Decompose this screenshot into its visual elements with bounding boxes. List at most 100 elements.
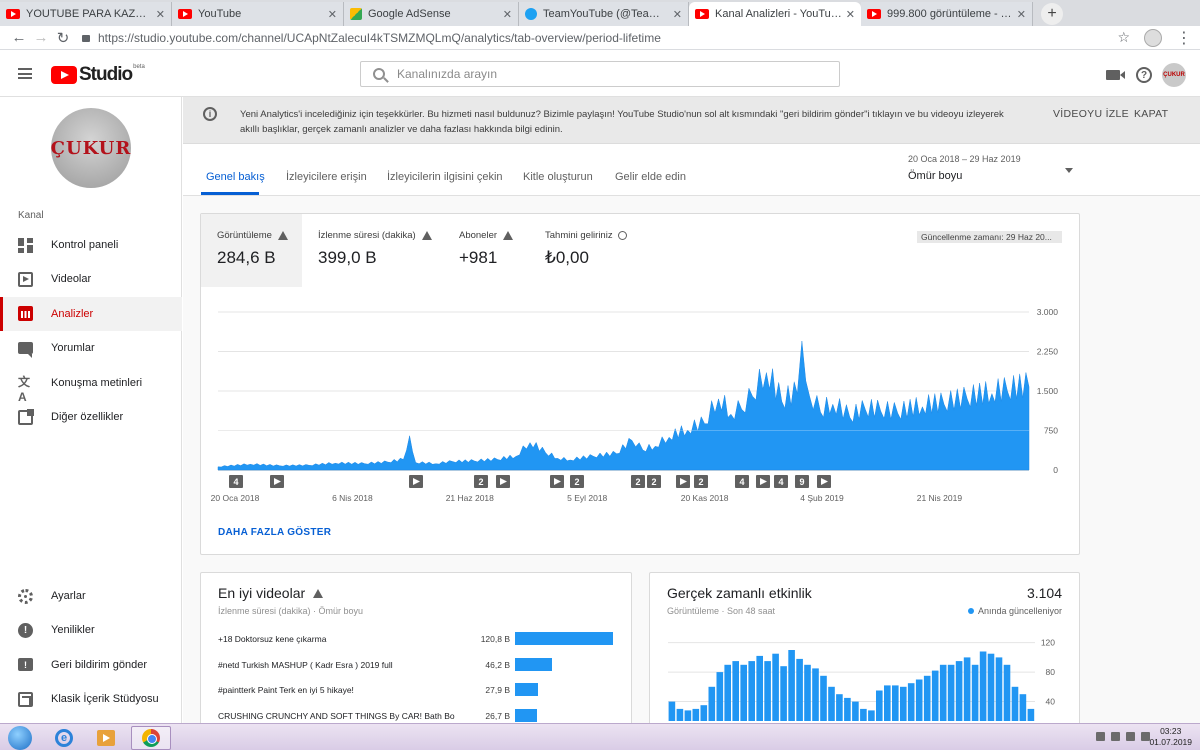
tab-overview[interactable]: Genel bakış — [206, 171, 265, 183]
menu-dots-icon[interactable]: ⋮ — [1176, 28, 1192, 48]
profile-icon[interactable] — [1144, 28, 1162, 47]
tab-reach[interactable]: İzleyicilere erişin — [286, 171, 367, 183]
back-icon[interactable]: ← — [8, 29, 30, 46]
realtime-bar[interactable] — [907, 683, 915, 721]
realtime-bar[interactable] — [740, 664, 747, 721]
realtime-bar[interactable] — [788, 650, 795, 721]
realtime-bar[interactable] — [892, 685, 899, 721]
reload-icon[interactable]: ↻ — [52, 29, 74, 47]
sidebar-item[interactable]: ! Yenilikler — [0, 613, 182, 647]
realtime-bar[interactable] — [724, 664, 731, 721]
realtime-bar[interactable] — [955, 661, 963, 721]
forward-icon[interactable]: → — [30, 29, 52, 46]
realtime-bar[interactable] — [756, 655, 763, 721]
video-published-marker[interactable] — [676, 475, 690, 488]
sidebar-item[interactable]: 文A Konuşma metinleri — [0, 366, 182, 404]
video-published-marker[interactable] — [817, 475, 831, 488]
tray-up-arrow-icon[interactable] — [1096, 732, 1105, 741]
system-clock[interactable]: 03:23 01.07.2019 — [1149, 726, 1192, 748]
search-input[interactable] — [397, 67, 797, 81]
browser-tab[interactable]: YouTube ✕ — [172, 2, 344, 26]
realtime-bar[interactable] — [668, 701, 676, 721]
channel-search[interactable] — [360, 61, 840, 87]
top-video-row[interactable]: #paintterk Paint Terk en iyi 5 hikaye! 27… — [218, 683, 618, 699]
realtime-bar[interactable] — [820, 675, 827, 721]
realtime-bar[interactable] — [971, 664, 979, 721]
realtime-bar[interactable] — [852, 701, 859, 721]
top-video-title[interactable]: #netd Turkish MASHUP ( Kadr Esra ) 2019 … — [218, 660, 458, 670]
metric-subscribers[interactable]: Aboneler +981 — [443, 214, 527, 287]
videos-published-count-marker[interactable]: 2 — [694, 475, 708, 488]
close-tab-icon[interactable]: ✕ — [503, 8, 512, 21]
sidebar-item[interactable]: Kontrol paneli — [0, 228, 182, 262]
browser-tab[interactable]: YOUTUBE PARA KAZANMA AKTİF ✕ — [0, 2, 172, 26]
realtime-bar[interactable] — [804, 664, 811, 721]
videos-published-count-marker[interactable]: 4 — [735, 475, 749, 488]
sidebar-item[interactable]: Videolar — [0, 262, 182, 296]
realtime-bar[interactable] — [812, 668, 819, 721]
sidebar-item[interactable]: Diğer özellikler — [0, 400, 182, 434]
realtime-bar[interactable] — [923, 675, 931, 721]
videos-published-count-marker[interactable]: 2 — [570, 475, 584, 488]
realtime-bar[interactable] — [868, 710, 875, 721]
browser-tab[interactable]: Kanal Analizleri - YouTube Studio ✕ — [689, 2, 861, 26]
realtime-bar[interactable] — [684, 710, 692, 721]
browser-tab[interactable]: 999.800 görüntüleme - YouTube ✕ — [861, 2, 1033, 26]
watch-video-button[interactable]: VİDEOYU İZLE — [1053, 108, 1129, 120]
close-tab-icon[interactable]: ✕ — [328, 8, 337, 21]
sidebar-item[interactable]: Ayarlar — [0, 579, 182, 613]
metric-watch-time[interactable]: İzlenme süresi (dakika) 399,0 B — [302, 214, 442, 287]
realtime-bar[interactable] — [1019, 694, 1027, 721]
tray-network-icon[interactable] — [1126, 732, 1135, 741]
realtime-bar[interactable] — [947, 664, 955, 721]
browser-tab[interactable]: Google AdSense ✕ — [344, 2, 519, 26]
realtime-bar[interactable] — [939, 664, 947, 721]
realtime-bar[interactable] — [1027, 708, 1035, 721]
realtime-bar[interactable] — [796, 658, 803, 721]
realtime-bar[interactable] — [844, 697, 851, 721]
hamburger-menu-icon[interactable] — [18, 68, 32, 79]
new-tab-button[interactable]: + — [1041, 3, 1063, 25]
videos-published-count-marker[interactable]: 4 — [229, 475, 243, 488]
top-video-row[interactable]: #netd Turkish MASHUP ( Kadr Esra ) 2019 … — [218, 657, 618, 674]
realtime-bar[interactable] — [876, 690, 883, 722]
video-published-marker[interactable] — [756, 475, 770, 488]
top-video-row[interactable]: CRUSHING CRUNCHY AND SOFT THINGS By CAR!… — [218, 708, 618, 724]
realtime-bar[interactable] — [900, 686, 907, 721]
realtime-bar[interactable] — [828, 686, 835, 721]
realtime-bar[interactable] — [1011, 686, 1019, 721]
taskbar-chrome[interactable] — [131, 726, 171, 750]
url-bar[interactable]: https://studio.youtube.com/channel/UCApN… — [82, 28, 1107, 48]
top-video-title[interactable]: CRUSHING CRUNCHY AND SOFT THINGS By CAR!… — [218, 711, 458, 721]
realtime-bar[interactable] — [732, 661, 739, 721]
close-banner-button[interactable]: KAPAT — [1134, 108, 1168, 120]
close-tab-icon[interactable]: ✕ — [846, 8, 855, 21]
tab-audience[interactable]: Kitle oluşturun — [523, 171, 593, 183]
tray-flag-icon[interactable] — [1111, 732, 1120, 741]
tab-engagement[interactable]: İzleyicilerin ilgisini çekin — [387, 171, 503, 183]
browser-tab[interactable]: TeamYouTube (@TeamYouTube) ✕ — [519, 2, 689, 26]
realtime-bar[interactable] — [860, 708, 867, 721]
top-video-title[interactable]: +18 Doktorsuz kene çıkarma — [218, 634, 458, 644]
taskbar-media-player[interactable] — [86, 726, 126, 750]
top-video-row[interactable]: +18 Doktorsuz kene çıkarma 120,8 B — [218, 632, 618, 648]
create-video-icon[interactable] — [1106, 70, 1125, 80]
close-tab-icon[interactable]: ✕ — [673, 8, 682, 21]
close-tab-icon[interactable]: ✕ — [1017, 8, 1026, 21]
account-avatar[interactable]: ÇUKUR — [1162, 63, 1186, 87]
close-tab-icon[interactable]: ✕ — [156, 8, 165, 21]
realtime-bar[interactable] — [836, 694, 843, 721]
video-published-marker[interactable] — [409, 475, 423, 488]
bookmark-star-icon[interactable]: ☆ — [1117, 29, 1130, 46]
realtime-bar[interactable] — [931, 670, 939, 721]
videos-published-count-marker[interactable]: 9 — [795, 475, 809, 488]
video-published-marker[interactable] — [270, 475, 284, 488]
realtime-bar[interactable] — [884, 685, 891, 721]
sidebar-item[interactable]: ! Geri bildirim gönder — [0, 648, 182, 682]
realtime-bar[interactable] — [915, 679, 923, 722]
sidebar-item[interactable]: Klasik İçerik Stüdyosu — [0, 682, 182, 716]
realtime-bar[interactable] — [716, 672, 724, 721]
videos-published-count-marker[interactable]: 2 — [647, 475, 661, 488]
realtime-bar[interactable] — [979, 651, 987, 722]
metric-revenue[interactable]: Tahmini geliriniz ₺0,00 — [529, 214, 649, 287]
